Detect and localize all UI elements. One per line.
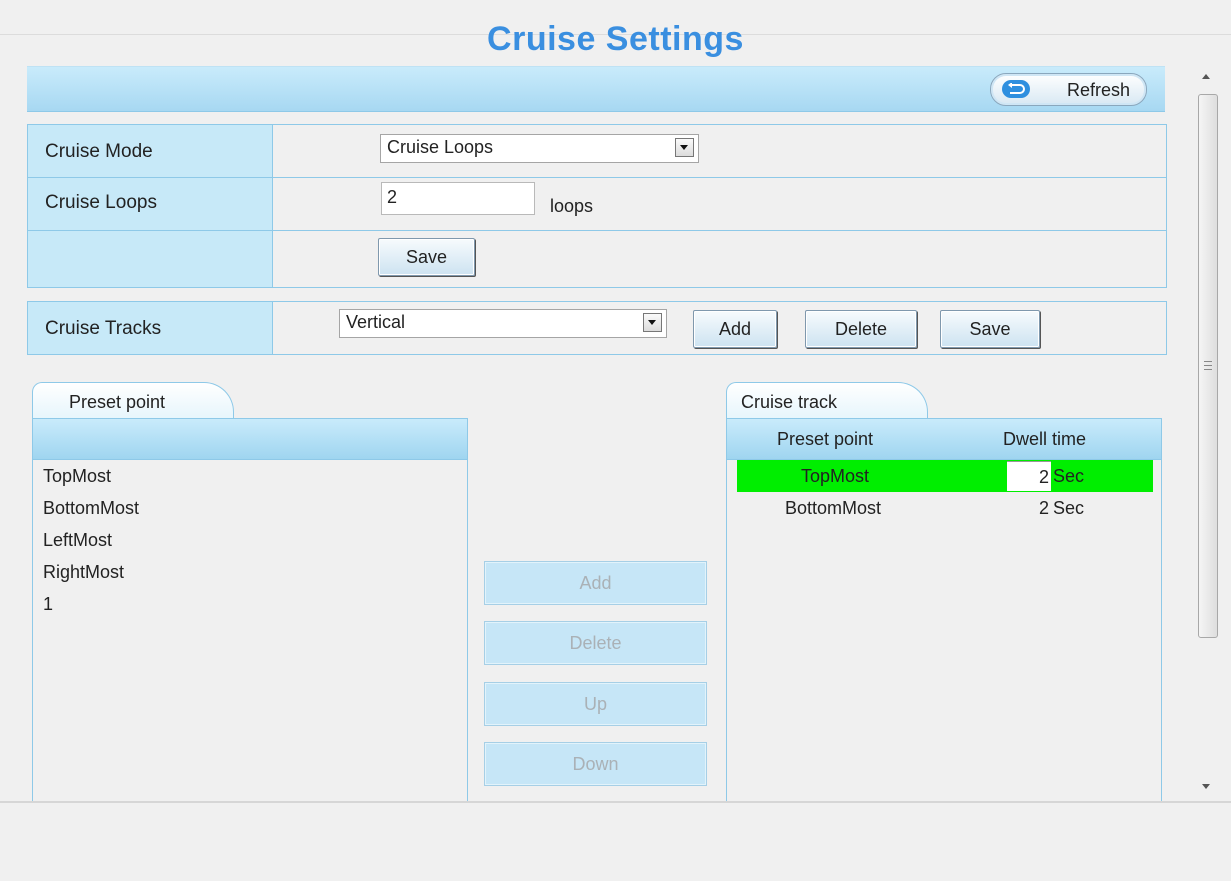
- scroll-thumb[interactable]: [1198, 94, 1218, 638]
- cruise-tracks-label-cell: Cruise Tracks: [28, 302, 273, 354]
- cruise-tracks-select[interactable]: Vertical: [339, 309, 667, 338]
- track-delete-button[interactable]: Delete: [805, 310, 917, 348]
- chevron-down-icon: [643, 313, 662, 332]
- cruise-loops-value: 2: [387, 187, 398, 207]
- cruise-settings-table: Cruise Mode Cruise Loops Cruise Loops 2 …: [27, 124, 1167, 288]
- cruise-loops-label: Cruise Loops: [45, 192, 157, 213]
- cruise-track-list: TopMost 2 Sec BottomMost 2 Sec: [726, 460, 1162, 801]
- list-item[interactable]: TopMost: [43, 466, 111, 487]
- track-add-button[interactable]: Add: [693, 310, 777, 348]
- cruise-tracks-table: Cruise Tracks Vertical Add Delete Save: [27, 301, 1167, 355]
- dwell-unit: Sec: [1053, 466, 1085, 486]
- table-row[interactable]: TopMost 2 Sec: [737, 460, 1153, 492]
- settings-save-button[interactable]: Save: [378, 238, 475, 276]
- preset-panel-header: [32, 418, 468, 460]
- cruise-loops-row: Cruise Loops 2 loops: [28, 178, 1166, 231]
- save-row-label-cell: [28, 231, 273, 287]
- table-row[interactable]: BottomMost 2 Sec: [737, 494, 1153, 526]
- cruise-loops-input[interactable]: 2: [381, 182, 535, 215]
- preset-point-list: TopMost BottomMost LeftMost RightMost 1: [32, 460, 468, 801]
- track-save-button[interactable]: Save: [940, 310, 1040, 348]
- cruise-mode-row: Cruise Mode Cruise Loops: [28, 125, 1166, 178]
- tab-cruise-track-label: Cruise track: [741, 392, 838, 412]
- bottom-area: [0, 801, 1231, 881]
- cruise-mode-value: Cruise Loops: [387, 137, 494, 157]
- list-item[interactable]: LeftMost: [43, 530, 112, 551]
- cruise-track-header: Preset point Dwell time: [726, 418, 1162, 460]
- cruise-mode-label-cell: Cruise Mode: [28, 125, 273, 177]
- tab-preset-point[interactable]: Preset point: [32, 382, 234, 419]
- grip-icon: [1204, 361, 1212, 370]
- scroll-down-icon[interactable]: [1202, 784, 1210, 789]
- preset-delete-button[interactable]: Delete: [484, 621, 707, 665]
- list-item[interactable]: BottomMost: [43, 498, 139, 519]
- cruise-mode-label: Cruise Mode: [45, 141, 153, 162]
- dwell-time-input[interactable]: 2: [1007, 461, 1051, 491]
- preset-up-button[interactable]: Up: [484, 682, 707, 726]
- preset-down-button[interactable]: Down: [484, 742, 707, 786]
- dwell-unit: Sec: [1053, 498, 1085, 518]
- tab-preset-point-label: Preset point: [69, 392, 166, 412]
- tab-cruise-track[interactable]: Cruise track: [726, 382, 928, 419]
- column-header-preset: Preset point: [777, 429, 874, 449]
- cruise-tracks-value: Vertical: [346, 312, 406, 332]
- column-header-dwell: Dwell time: [1003, 429, 1087, 449]
- list-item[interactable]: RightMost: [43, 562, 124, 583]
- scroll-up-icon[interactable]: [1202, 74, 1210, 79]
- vertical-scrollbar[interactable]: [1196, 66, 1221, 801]
- cruise-tracks-row: Cruise Tracks Vertical Add Delete Save: [28, 302, 1166, 354]
- cruise-tracks-label: Cruise Tracks: [45, 318, 162, 339]
- refresh-button[interactable]: Refresh: [990, 73, 1147, 106]
- chevron-down-icon: [675, 138, 694, 157]
- track-preset-name: TopMost: [801, 466, 870, 486]
- list-item[interactable]: 1: [43, 594, 53, 615]
- cruise-loops-label-cell: Cruise Loops: [28, 178, 273, 230]
- save-row: Save: [28, 231, 1166, 287]
- preset-add-button[interactable]: Add: [484, 561, 707, 605]
- page-title: Cruise Settings: [487, 20, 744, 58]
- toolbar: Refresh: [27, 66, 1165, 112]
- dwell-time-value: 2: [1038, 467, 1049, 487]
- track-preset-name: BottomMost: [785, 498, 882, 518]
- loops-unit: loops: [550, 196, 594, 216]
- cruise-mode-select[interactable]: Cruise Loops: [380, 134, 699, 163]
- refresh-icon: [1002, 80, 1030, 98]
- dwell-time-value: 2: [1039, 498, 1050, 518]
- refresh-label: Refresh: [1066, 80, 1130, 100]
